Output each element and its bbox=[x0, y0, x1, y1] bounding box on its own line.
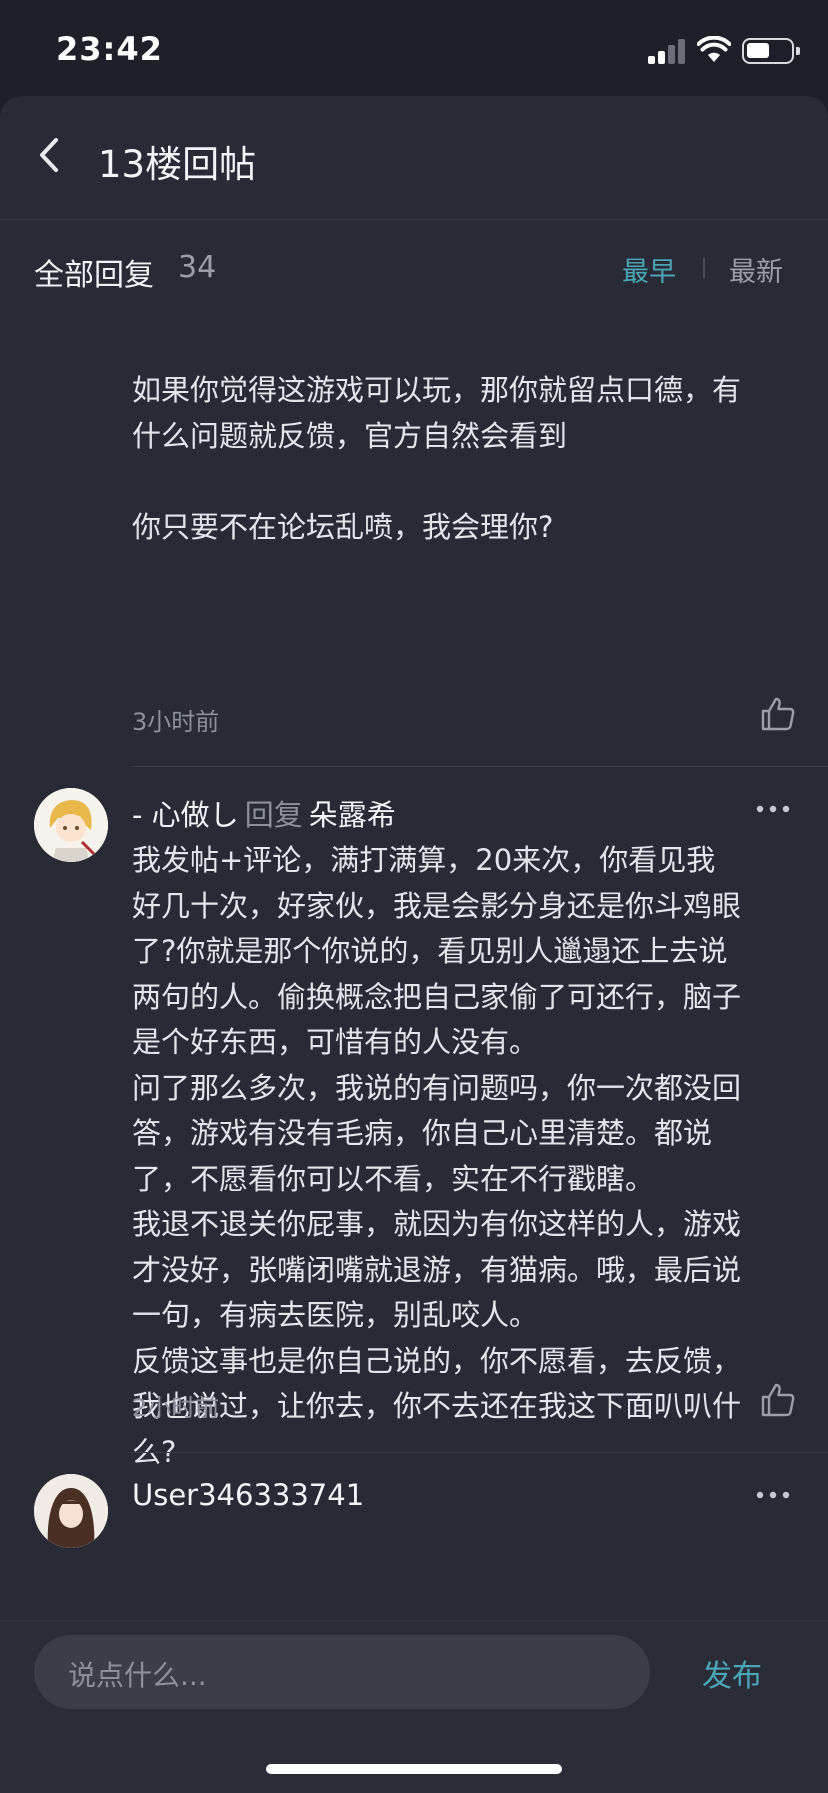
input-placeholder: 说点什么... bbox=[68, 1659, 207, 1692]
comment-divider bbox=[132, 766, 828, 767]
status-bar: 23:42 bbox=[0, 0, 828, 96]
reply-to-name[interactable]: 朵露希 bbox=[309, 798, 396, 832]
like-icon[interactable] bbox=[760, 1382, 796, 1418]
comment-author-row: User346333741 bbox=[132, 1478, 364, 1512]
reply-count: 34 bbox=[178, 250, 217, 285]
back-icon[interactable] bbox=[30, 132, 70, 178]
avatar[interactable] bbox=[34, 788, 108, 862]
cellular-signal-icon bbox=[648, 38, 688, 64]
comment-divider bbox=[132, 1452, 828, 1453]
comment-body: 如果你觉得这游戏可以玩，那你就留点口德，有 什么问题就反馈，官方自然会看到 你只… bbox=[132, 373, 742, 544]
comment-body: 我发帖+评论，满打满算，20来次，你看见我 好几十次，好家伙，我是会影分身还是你… bbox=[132, 843, 742, 1469]
sort-latest-tab[interactable]: 最新 bbox=[729, 250, 783, 289]
page-title: 13楼回帖 bbox=[98, 143, 257, 186]
status-time: 23:42 bbox=[56, 30, 163, 68]
author-name[interactable]: - 心做し bbox=[132, 798, 239, 832]
avatar[interactable] bbox=[34, 1474, 108, 1548]
more-options-icon[interactable] bbox=[756, 804, 790, 814]
comment-time: 2小时前 bbox=[132, 1394, 220, 1422]
all-replies-label: 全部回复 bbox=[34, 258, 154, 293]
comment-input[interactable]: 说点什么... bbox=[34, 1635, 650, 1709]
sort-earliest-tab[interactable]: 最早 bbox=[622, 250, 676, 289]
nav-bar: 13楼回帖 bbox=[0, 96, 828, 220]
home-indicator bbox=[266, 1764, 562, 1774]
more-options-icon[interactable] bbox=[756, 1490, 790, 1500]
wifi-icon bbox=[697, 36, 731, 62]
battery-icon bbox=[742, 38, 800, 64]
replies-header: 全部回复 34 最早 最新 bbox=[0, 220, 828, 320]
comment-time: 3小时前 bbox=[132, 708, 220, 736]
like-icon[interactable] bbox=[760, 696, 796, 732]
reply-word: 回复 bbox=[244, 798, 303, 832]
reply-sheet: 13楼回帖 全部回复 34 最早 最新 如果你觉得这游戏可以玩，那你就留点口德，… bbox=[0, 96, 828, 1793]
sort-divider bbox=[703, 258, 705, 278]
comment-author-row: - 心做し 回复 朵露希 bbox=[132, 792, 396, 834]
author-name[interactable]: User346333741 bbox=[132, 1478, 364, 1512]
publish-button[interactable]: 发布 bbox=[702, 1651, 762, 1695]
